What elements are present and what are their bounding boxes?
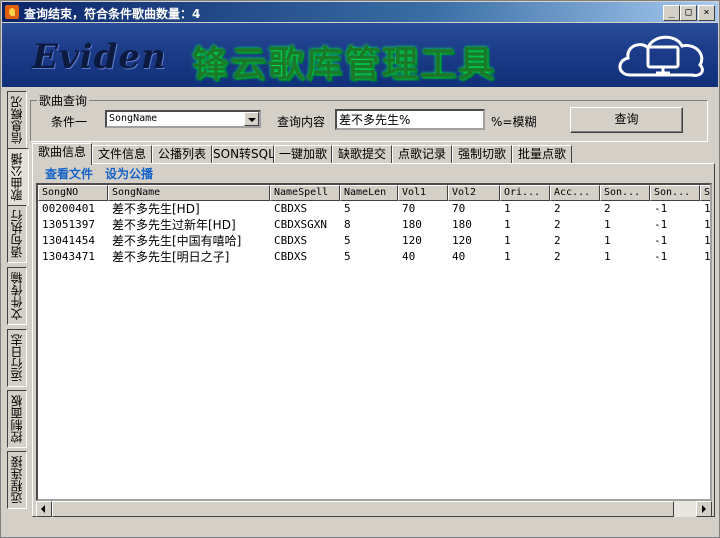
- close-button[interactable]: ×: [698, 5, 715, 21]
- song-table[interactable]: SongNO SongName NameSpell NameLen Vol1 V…: [36, 183, 712, 501]
- product-name: 锋云歌库管理工具: [192, 44, 497, 85]
- table-cell: 差不多先生[明日之子]: [112, 250, 230, 264]
- tab-missing-submit[interactable]: 缺歌提交: [332, 145, 392, 164]
- column-header[interactable]: Son...: [650, 185, 700, 201]
- horizontal-scrollbar[interactable]: [36, 501, 712, 517]
- table-cell: 差不多先生过新年[HD]: [112, 218, 236, 232]
- column-header[interactable]: Vol1: [398, 185, 448, 201]
- table-cell: -1: [654, 234, 668, 247]
- side-tab-run-log[interactable]: 运行日志: [7, 329, 27, 387]
- table-cell: 1: [604, 250, 611, 263]
- set-public-link[interactable]: 设为公播: [105, 165, 153, 182]
- side-tab-sql-exec[interactable]: 语句执行: [7, 205, 27, 263]
- table-cell: 1: [504, 250, 511, 263]
- scroll-thumb[interactable]: [52, 501, 674, 517]
- table-cell: 2: [554, 234, 561, 247]
- banner: Eviden 锋云歌库管理工具: [2, 23, 718, 87]
- minimize-button[interactable]: _: [663, 5, 680, 21]
- table-cell: 1: [604, 234, 611, 247]
- table-cell: 差不多先生[HD]: [112, 202, 200, 216]
- table-cell: 2: [554, 218, 561, 231]
- main-window: 查询结束，符合条件歌曲数量：4 _ □ × Eviden 锋云歌库管理工具 信息…: [0, 0, 720, 538]
- table-cell: 1: [704, 250, 711, 263]
- table-cell: 13051397: [42, 218, 95, 231]
- table-cell: -1: [654, 250, 668, 263]
- table-cell: -1: [654, 218, 668, 231]
- side-tab-control-panel[interactable]: 控制面板: [7, 390, 27, 448]
- tab-one-click-add[interactable]: 一键加歌: [274, 145, 332, 164]
- table-cell: 00200401: [42, 202, 95, 215]
- tab-batch-order[interactable]: 批量点歌: [512, 145, 572, 164]
- table-cell: 2: [604, 202, 611, 215]
- table-cell: 13041454: [42, 234, 95, 247]
- side-tab-playback[interactable]: 歌曲公播: [7, 148, 29, 206]
- table-cell: 1: [604, 218, 611, 231]
- window-title: 查询结束，符合条件歌曲数量：4: [24, 7, 201, 21]
- side-tab-file-transfer[interactable]: 文件传输: [7, 267, 27, 325]
- tab-file-info[interactable]: 文件信息: [92, 145, 152, 164]
- table-cell: 120: [452, 234, 472, 247]
- table-cell: 40: [452, 250, 466, 263]
- table-cell: -1: [654, 202, 668, 215]
- table-cell: 5: [344, 202, 351, 215]
- table-cell: 差不多先生[中国有嘻哈]: [112, 234, 242, 248]
- tab-son-to-sql[interactable]: SON转SQL: [212, 145, 275, 164]
- tab-order-records[interactable]: 点歌记录: [392, 145, 452, 164]
- table-cell: 5: [344, 250, 351, 263]
- table-cell: CBDXS: [274, 250, 308, 263]
- table-cell: 1: [504, 218, 511, 231]
- column-header[interactable]: Son...: [600, 185, 650, 201]
- view-file-link[interactable]: 查看文件: [45, 165, 93, 182]
- tab-song-info[interactable]: 歌曲信息: [32, 143, 92, 165]
- table-cell: CBDXS: [274, 234, 308, 247]
- side-tab-overview[interactable]: 信息概况: [7, 91, 27, 149]
- table-cell: 40: [402, 250, 416, 263]
- condition-label: 条件一: [51, 115, 88, 129]
- chevron-down-icon[interactable]: [244, 112, 259, 126]
- column-header[interactable]: Vol2: [448, 185, 500, 201]
- query-button[interactable]: 查询: [570, 107, 683, 133]
- content-label: 查询内容: [277, 115, 326, 129]
- table-cell: 70: [402, 202, 416, 215]
- table-cell: 1: [704, 202, 711, 215]
- table-cell: 5: [344, 234, 351, 247]
- table-cell: CBDXS: [274, 202, 308, 215]
- title-bar: 查询结束，符合条件歌曲数量：4 _ □ ×: [2, 2, 718, 22]
- table-cell: 2: [554, 202, 561, 215]
- column-header[interactable]: SongNO: [38, 185, 108, 201]
- content-input[interactable]: [335, 109, 485, 130]
- column-header[interactable]: Ori...: [500, 185, 550, 201]
- table-cell: 1: [704, 218, 711, 231]
- brand-logo: Eviden: [32, 37, 167, 77]
- table-cell: 8: [344, 218, 351, 231]
- table-cell: 70: [452, 202, 466, 215]
- maximize-button[interactable]: □: [680, 5, 697, 21]
- table-cell: 1: [504, 234, 511, 247]
- scroll-left-icon[interactable]: [36, 501, 52, 517]
- column-header[interactable]: NameLen: [340, 185, 398, 201]
- scroll-right-icon[interactable]: [696, 501, 712, 517]
- app-flame-icon[interactable]: [5, 5, 19, 19]
- table-cell: CBDXSGXN: [274, 218, 327, 231]
- table-cell: 1: [504, 202, 511, 215]
- side-tab-remote-connect[interactable]: 远程连接: [7, 451, 27, 509]
- table-cell: 180: [402, 218, 422, 231]
- tab-playlist[interactable]: 公播列表: [152, 145, 212, 164]
- column-header[interactable]: Acc...: [550, 185, 600, 201]
- condition-value: SongName: [109, 113, 158, 124]
- table-cell: 2: [554, 250, 561, 263]
- table-cell: 1: [704, 234, 711, 247]
- group-title: 歌曲查询: [37, 92, 90, 109]
- tab-force-skip[interactable]: 强制切歌: [452, 145, 512, 164]
- column-header[interactable]: NameSpell: [270, 185, 340, 201]
- cloud-monitor-icon: [618, 35, 704, 77]
- column-header[interactable]: SongName: [108, 185, 270, 201]
- column-header[interactable]: S: [700, 185, 710, 201]
- condition-select[interactable]: SongName: [105, 110, 261, 128]
- table-cell: 120: [402, 234, 422, 247]
- table-cell: 180: [452, 218, 472, 231]
- fuzzy-hint: %=模糊: [491, 115, 537, 129]
- table-cell: 13043471: [42, 250, 95, 263]
